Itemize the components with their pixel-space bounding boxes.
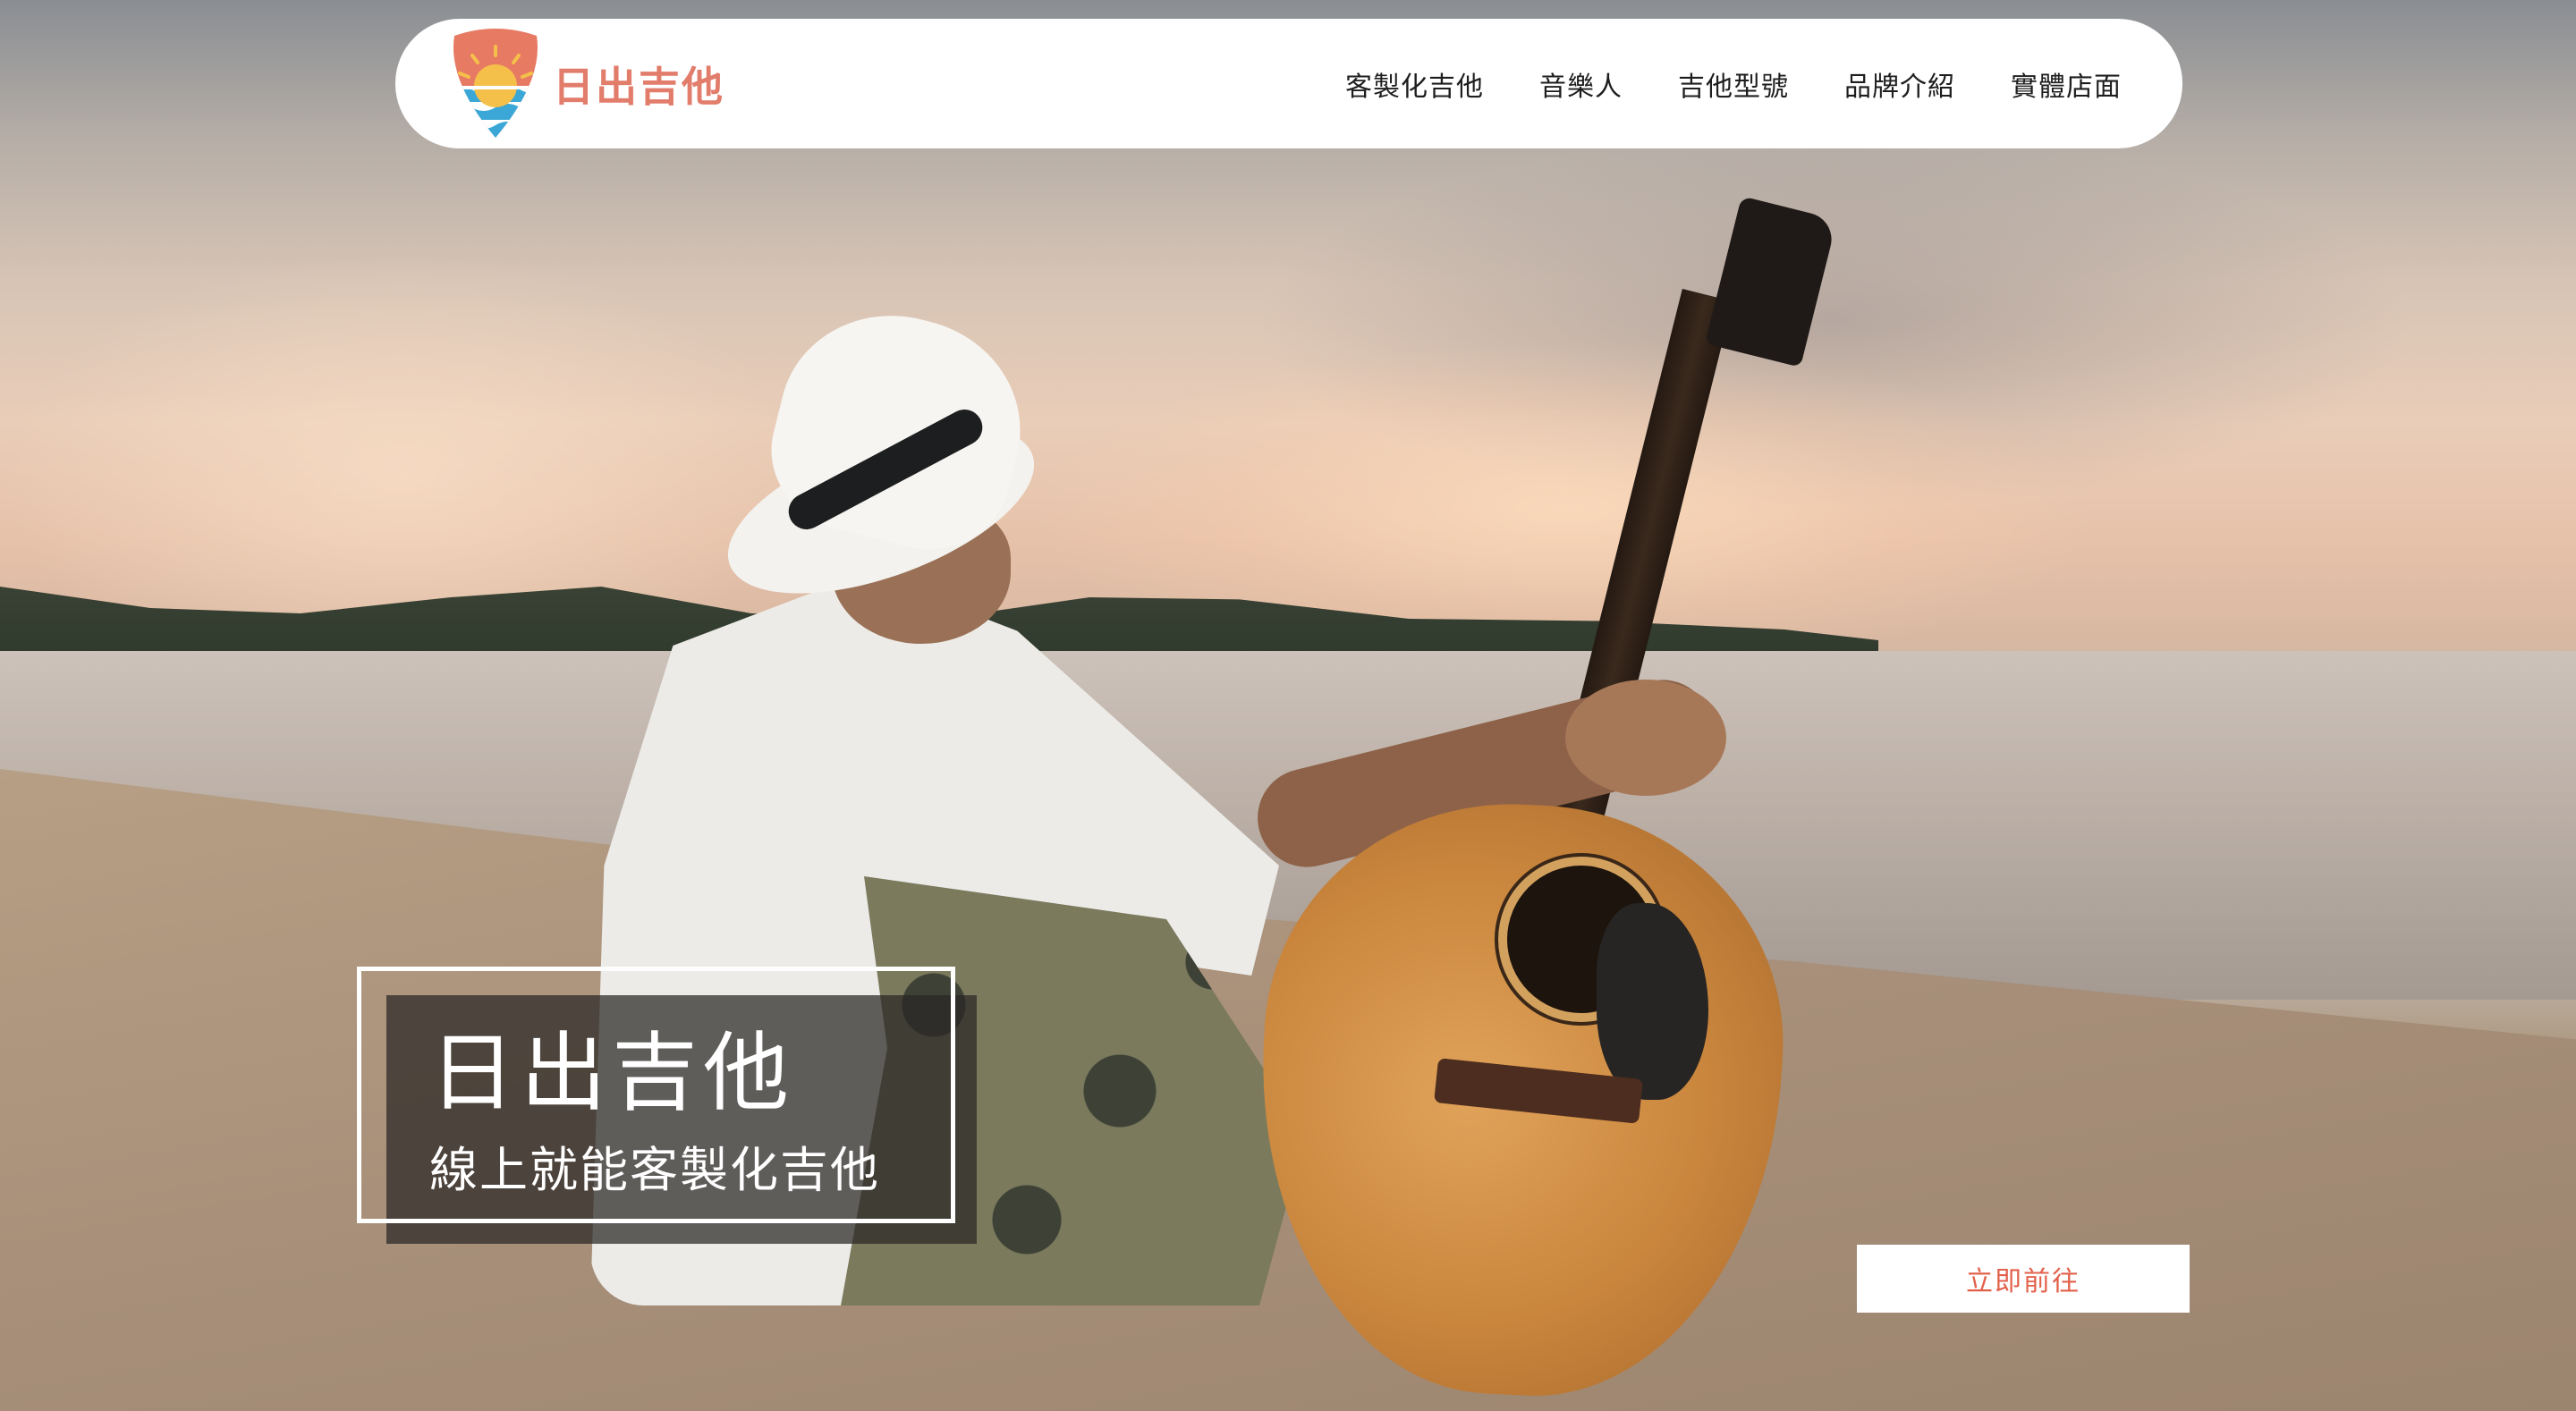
nav-item-stores[interactable]: 實體店面 xyxy=(2011,64,2122,104)
nav-item-guitar-models[interactable]: 吉他型號 xyxy=(1678,64,1789,104)
nav-item-brand-intro[interactable]: 品牌介紹 xyxy=(1844,64,1955,104)
nav-item-musicians[interactable]: 音樂人 xyxy=(1539,64,1623,104)
go-now-button[interactable]: 立即前往 xyxy=(1857,1245,2190,1313)
nav-menu: 客製化吉他 音樂人 吉他型號 品牌介紹 實體店面 xyxy=(1345,64,2122,104)
hero-title: 日出吉他 xyxy=(429,1023,794,1123)
hero-section: 日出吉他 客製化吉他 音樂人 吉他型號 品牌介紹 實體店面 日出吉他 線上就能客… xyxy=(0,0,2576,1411)
brand-logo-link[interactable]: 日出吉他 xyxy=(447,27,724,141)
hero-subtitle: 線上就能客製化吉他 xyxy=(429,1142,880,1198)
brand-name: 日出吉他 xyxy=(553,62,724,111)
person-hand xyxy=(1565,680,1726,796)
sunrise-waves-pick-icon xyxy=(447,27,544,141)
top-navbar: 日出吉他 客製化吉他 音樂人 吉他型號 品牌介紹 實體店面 xyxy=(395,19,2182,148)
nav-item-custom-guitar[interactable]: 客製化吉他 xyxy=(1345,64,1484,104)
